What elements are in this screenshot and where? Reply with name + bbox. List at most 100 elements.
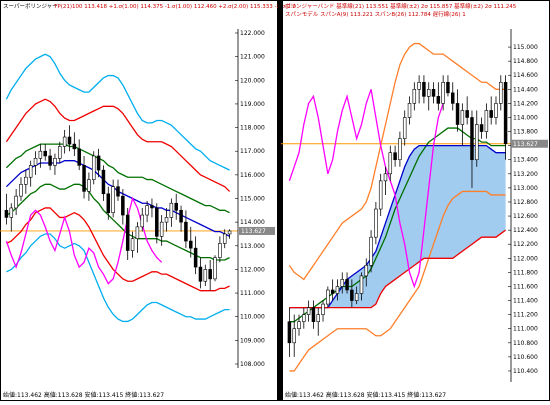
candle-body-up: [335, 286, 340, 294]
axis-tick-label: 111.400: [513, 298, 538, 305]
axis-tick-label: 110.000: [240, 314, 265, 321]
candle-body-up: [9, 207, 14, 218]
candle-body-up: [28, 165, 33, 178]
candle-body-down: [121, 195, 125, 216]
candle: [14, 189, 18, 216]
candle: [374, 201, 378, 245]
candle-body-down: [174, 202, 178, 211]
candle: [460, 103, 465, 146]
candle: [4, 193, 9, 225]
candle: [451, 82, 455, 111]
candle: [77, 139, 81, 171]
candle-body-up: [402, 117, 407, 139]
candle: [311, 300, 316, 329]
axis-tick-label: 113.000: [240, 243, 265, 250]
candle: [436, 82, 441, 111]
candle-body-up: [398, 138, 402, 161]
candle: [302, 307, 306, 329]
candle: [479, 117, 484, 139]
right-chart-panel[interactable]: ボリンジャーバンド 基準線(21) 113.551 基準線(±2) 2σ 115…: [281, 0, 550, 401]
candle-body-down: [350, 289, 354, 301]
candle-body-up: [19, 184, 23, 197]
candle: [101, 165, 106, 201]
left-price-tag-label: 113.627: [241, 228, 266, 235]
candle: [407, 96, 412, 125]
candle-body-down: [116, 186, 120, 197]
candle-body-up: [383, 173, 388, 182]
candle: [155, 203, 159, 244]
candle: [174, 193, 178, 220]
candle-body-down: [77, 148, 81, 166]
axis-tick-label: 118.000: [240, 125, 265, 132]
right-price-tag: 113.627: [511, 139, 548, 148]
candle-body-down: [48, 155, 52, 166]
axis-tick-label: 115.000: [240, 196, 265, 203]
candle-body-down: [125, 214, 130, 251]
candle-body-up: [484, 110, 489, 132]
left-footer-ohlc: 始値:113.462 高値:113.628 安値:113.415 終値:113.…: [3, 391, 164, 399]
candle: [484, 103, 489, 139]
axis-tick-label: 116.000: [240, 172, 265, 179]
candle: [489, 96, 493, 125]
axis-tick-label: 122.000: [240, 30, 265, 37]
candle-body-down: [208, 269, 212, 280]
candle-body-up: [164, 217, 169, 223]
candle-body-down: [198, 266, 203, 282]
candle: [402, 110, 407, 146]
candle: [503, 75, 508, 160]
candle-body-up: [135, 226, 140, 239]
candle-body-up: [222, 233, 227, 244]
axis-tick-label: 111.600: [513, 283, 538, 290]
candle-body-down: [189, 240, 193, 249]
candle-body-up: [417, 81, 421, 90]
candle: [378, 173, 383, 217]
axis-tick-label: 111.000: [513, 326, 538, 333]
left-price-tag: 113.627: [239, 226, 275, 235]
panel-splitter[interactable]: [278, 0, 282, 401]
axis-tick-label: 113.200: [513, 171, 538, 178]
candle-body-up: [292, 328, 296, 344]
candle: [72, 132, 77, 156]
candle: [150, 198, 154, 218]
axis-tick-label: 114.000: [513, 114, 538, 121]
axis-tick-label: 113.800: [513, 129, 538, 136]
candle: [326, 286, 330, 308]
candle: [306, 300, 311, 322]
candle-body-up: [306, 307, 311, 315]
candle: [321, 300, 325, 322]
candle-body-down: [503, 81, 508, 145]
axis-tick-label: 110.800: [513, 340, 538, 347]
candle-body-up: [38, 150, 43, 159]
candle: [87, 172, 91, 201]
candle: [19, 177, 23, 201]
candle-body-up: [321, 303, 325, 315]
axis-tick-label: 112.800: [513, 199, 538, 206]
axis-tick-label: 117.000: [240, 148, 265, 155]
candle-body-up: [213, 257, 217, 280]
candle: [33, 151, 38, 175]
candle-body-up: [475, 124, 479, 161]
candle: [91, 151, 96, 185]
candle: [388, 145, 393, 181]
candle: [417, 75, 421, 104]
candle: [426, 82, 431, 111]
candle-body-down: [345, 279, 349, 291]
candle: [494, 96, 498, 125]
candle: [169, 198, 174, 227]
axis-tick-label: 110.600: [513, 354, 538, 361]
left-chart-panel[interactable]: スーパーボリンジャー TP(21)100 113.418 +1.σ(1.00) …: [0, 0, 297, 401]
candle-body-up: [203, 269, 208, 282]
candle: [28, 160, 33, 187]
candle: [67, 125, 72, 152]
candle-body-down: [446, 81, 450, 94]
candle: [222, 229, 227, 249]
candle-body-down: [193, 247, 198, 268]
candle: [330, 279, 335, 301]
axis-tick-label: 111.200: [513, 312, 538, 319]
candle: [287, 307, 292, 357]
candle-body-down: [422, 81, 426, 97]
candle-body-up: [340, 279, 344, 287]
axis-tick-label: 112.000: [240, 266, 265, 273]
axis-tick-label: 108.000: [240, 361, 265, 368]
axis-tick-label: 111.000: [240, 290, 265, 297]
